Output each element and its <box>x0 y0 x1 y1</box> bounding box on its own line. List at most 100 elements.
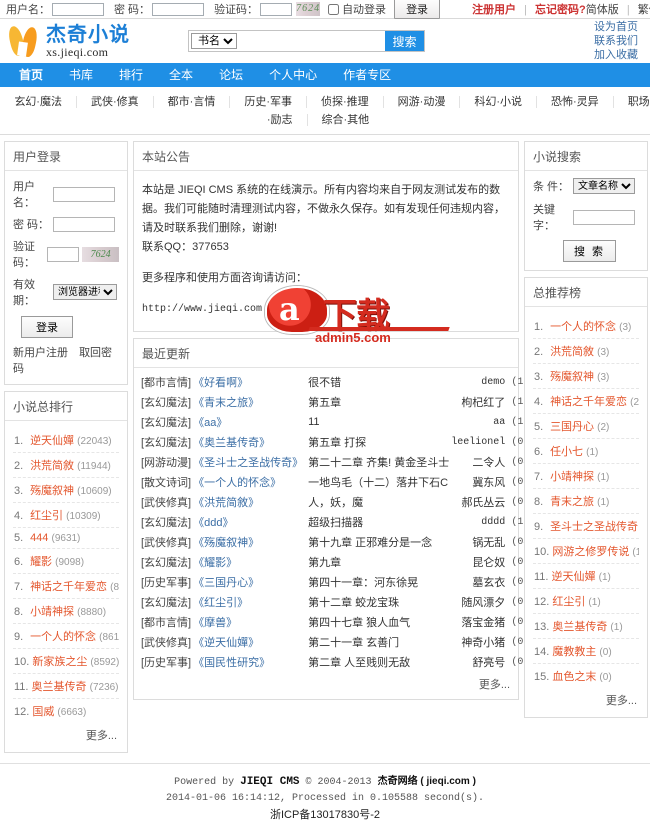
list-item[interactable]: 2. 洪荒简敘 (3) <box>533 339 639 364</box>
nav-item-forum[interactable]: 论坛 <box>206 63 256 87</box>
top-username-input[interactable] <box>52 2 104 16</box>
category-wuxia-xiuzhen[interactable]: 武侠·修真 <box>76 96 154 108</box>
list-item[interactable]: 7. 神话之千年爱恋 (8980) <box>13 574 119 599</box>
list-item[interactable]: 3. 殇魔叙神 (3) <box>533 364 639 389</box>
rec-title-link[interactable]: 任小七 <box>550 446 583 458</box>
table-row[interactable]: [玄幻魔法]《aa》11aa(11-08) <box>140 412 554 432</box>
list-item[interactable]: 1. 逆天仙嬋 (22043) <box>13 428 119 453</box>
row-title-link[interactable]: 《三国丹心》 <box>193 577 259 589</box>
row-title-link[interactable]: 《红尘引》 <box>193 597 248 609</box>
row-title-link[interactable]: 《ddd》 <box>193 517 233 529</box>
novel-search-button[interactable]: 搜 索 <box>563 240 617 262</box>
nav-item-author-zone[interactable]: 作者专区 <box>330 63 404 87</box>
rec-title-link[interactable]: 神话之千年爱恋 <box>550 396 627 408</box>
captcha-image[interactable]: 7624 <box>296 2 321 16</box>
row-title-link[interactable]: 《逆天仙嬋》 <box>193 637 259 649</box>
table-row[interactable]: [历史军事]《国民性研究》第二章 人至贱则无敌舒亮号(03-22) <box>140 652 554 672</box>
site-logo[interactable]: 杰奇小说 xs.jieqi.com <box>6 24 178 59</box>
row-title-link[interactable]: 《摩兽》 <box>193 617 237 629</box>
rank-title-link[interactable]: 小靖神探 <box>30 606 74 618</box>
top-password-input[interactable] <box>152 2 205 16</box>
rec-title-link[interactable]: 圣斗士之圣战传奇 <box>550 521 638 533</box>
rank-title-link[interactable]: 红尘引 <box>30 510 63 522</box>
rec-title-link[interactable]: 青末之旅 <box>550 496 594 508</box>
table-row[interactable]: [玄幻魔法]《红尘引》第十二章 蛟龙宝珠随风漂夕(03-22) <box>140 592 554 612</box>
category-horror-paranormal[interactable]: 恐怖·灵异 <box>537 96 614 108</box>
list-item[interactable]: 5. 444 (9631) <box>13 528 119 549</box>
table-row[interactable]: [玄幻魔法]《耀影》第九章昆仑奴(03-22) <box>140 552 554 572</box>
list-item[interactable]: 1. 一个人的怀念 (3) <box>533 314 639 339</box>
table-row[interactable]: [武侠修真]《殇魔叙神》第十九章 正邪难分是一念锅无乱(04-11) <box>140 532 554 552</box>
rec-title-link[interactable]: 一个人的怀念 <box>550 321 616 333</box>
row-title-link[interactable]: 《国民性研究》 <box>193 657 270 669</box>
table-row[interactable]: [玄幻魔法]《青末之旅》第五章枸杞红了(11-09) <box>140 392 554 412</box>
rec-title-link[interactable]: 魔教教主 <box>552 646 596 658</box>
row-title-link[interactable]: 《圣斗士之圣战传奇》 <box>193 457 303 469</box>
more-link[interactable]: 更多... <box>606 695 637 707</box>
more-link[interactable]: 更多... <box>86 730 117 742</box>
row-title-link[interactable]: 《一个人的怀念》 <box>193 477 281 489</box>
set-homepage-link[interactable]: 设为首页 <box>594 20 638 34</box>
rank-title-link[interactable]: 洪荒简敘 <box>30 460 74 472</box>
new-user-register-link[interactable]: 新用户注册 <box>13 347 68 359</box>
search-type-select[interactable]: 书名 <box>191 33 237 49</box>
list-item[interactable]: 9. 一个人的怀念 (8613) <box>13 624 119 649</box>
table-row[interactable]: [武侠修真]《逆天仙嬋》第二十一章 玄善门神奇小猪(03-22) <box>140 632 554 652</box>
register-link[interactable]: 注册用户 <box>472 4 516 16</box>
rec-title-link[interactable]: 网游之修罗传说 <box>552 546 629 558</box>
list-item[interactable]: 4. 神话之千年爱恋 (2) <box>533 389 639 414</box>
category-game-anime[interactable]: 网游·动漫 <box>383 96 461 108</box>
top-login-button[interactable]: 登录 <box>394 0 441 19</box>
nav-item-ranking[interactable]: 排行 <box>106 63 156 87</box>
login-password-input[interactable] <box>53 216 115 232</box>
total-ranking-more[interactable]: 更多... <box>13 723 119 744</box>
nav-item-complete[interactable]: 全本 <box>156 63 206 87</box>
traditional-version-link[interactable]: 繁体版 <box>638 4 650 16</box>
auto-login-checkbox[interactable] <box>328 3 340 15</box>
rank-title-link[interactable]: 一个人的怀念 <box>30 631 96 643</box>
table-row[interactable]: [都市言情]《摩兽》第四十七章 狼人血气落宝金猪(03-22) <box>140 612 554 632</box>
list-item[interactable]: 10. 网游之修罗传说 (1) <box>533 539 639 564</box>
rec-title-link[interactable]: 三国丹心 <box>550 421 594 433</box>
list-item[interactable]: 13. 奥兰基传奇 (1) <box>533 614 639 639</box>
search-button[interactable]: 搜索 <box>385 31 424 51</box>
category-scifi-novel[interactable]: 科幻·小说 <box>460 96 538 108</box>
rank-title-link[interactable]: 新家族之尘 <box>32 656 87 668</box>
nav-item-library[interactable]: 书库 <box>56 63 106 87</box>
simplified-version-link[interactable]: 简体版 <box>586 4 619 16</box>
announcement-url[interactable]: http://www.jieqi.com <box>142 300 510 319</box>
table-row[interactable]: [玄幻魔法]《奥兰基传奇》第五章 打探leelionel(06-14) <box>140 432 554 452</box>
list-item[interactable]: 10. 新家族之尘 (8592) <box>13 649 119 674</box>
add-favorite-link[interactable]: 加入收藏 <box>594 48 638 62</box>
rank-title-link[interactable]: 444 <box>30 532 48 544</box>
row-title-link[interactable]: 《好看啊》 <box>193 377 248 389</box>
more-link[interactable]: 更多... <box>479 679 510 691</box>
list-item[interactable]: 12. 国威 (6663) <box>13 699 119 723</box>
rank-title-link[interactable]: 国威 <box>32 706 54 718</box>
category-fantasy-magic[interactable]: 玄幻·魔法 <box>0 96 77 108</box>
login-expiry-select[interactable]: 浏览器进程 <box>53 284 117 300</box>
list-item[interactable]: 4. 红尘引 (10309) <box>13 503 119 528</box>
rec-title-link[interactable]: 小靖神探 <box>550 471 594 483</box>
rank-title-link[interactable]: 神话之千年爱恋 <box>30 581 107 593</box>
nav-item-home[interactable]: 首页 <box>6 63 56 87</box>
list-item[interactable]: 12. 红尘引 (1) <box>533 589 639 614</box>
list-item[interactable]: 5. 三国丹心 (2) <box>533 414 639 439</box>
table-row[interactable]: [都市言情]《好看啊》很不错demo(11-09) <box>140 372 554 392</box>
rec-title-link[interactable]: 洪荒简敘 <box>550 346 594 358</box>
search-input[interactable] <box>237 31 385 51</box>
login-captcha-input[interactable] <box>47 246 80 262</box>
list-item[interactable]: 6. 任小七 (1) <box>533 439 639 464</box>
contact-us-link[interactable]: 联系我们 <box>594 34 638 48</box>
list-item[interactable]: 11. 逆天仙嬋 (1) <box>533 564 639 589</box>
list-item[interactable]: 2. 洪荒简敘 (11944) <box>13 453 119 478</box>
search-condition-select[interactable]: 文章名称 <box>573 178 635 194</box>
forgot-password-link[interactable]: 忘记密码? <box>535 4 586 16</box>
list-item[interactable]: 8. 小靖神探 (8880) <box>13 599 119 624</box>
list-item[interactable]: 11. 奥兰基传奇 (7236) <box>13 674 119 699</box>
row-title-link[interactable]: 《青末之旅》 <box>193 397 259 409</box>
category-history-military[interactable]: 历史·军事 <box>230 96 307 108</box>
rank-title-link[interactable]: 殇魔叙神 <box>30 485 74 497</box>
list-item[interactable]: 15. 血色之末 (0) <box>533 664 639 688</box>
rec-title-link[interactable]: 奥兰基传奇 <box>552 621 607 633</box>
